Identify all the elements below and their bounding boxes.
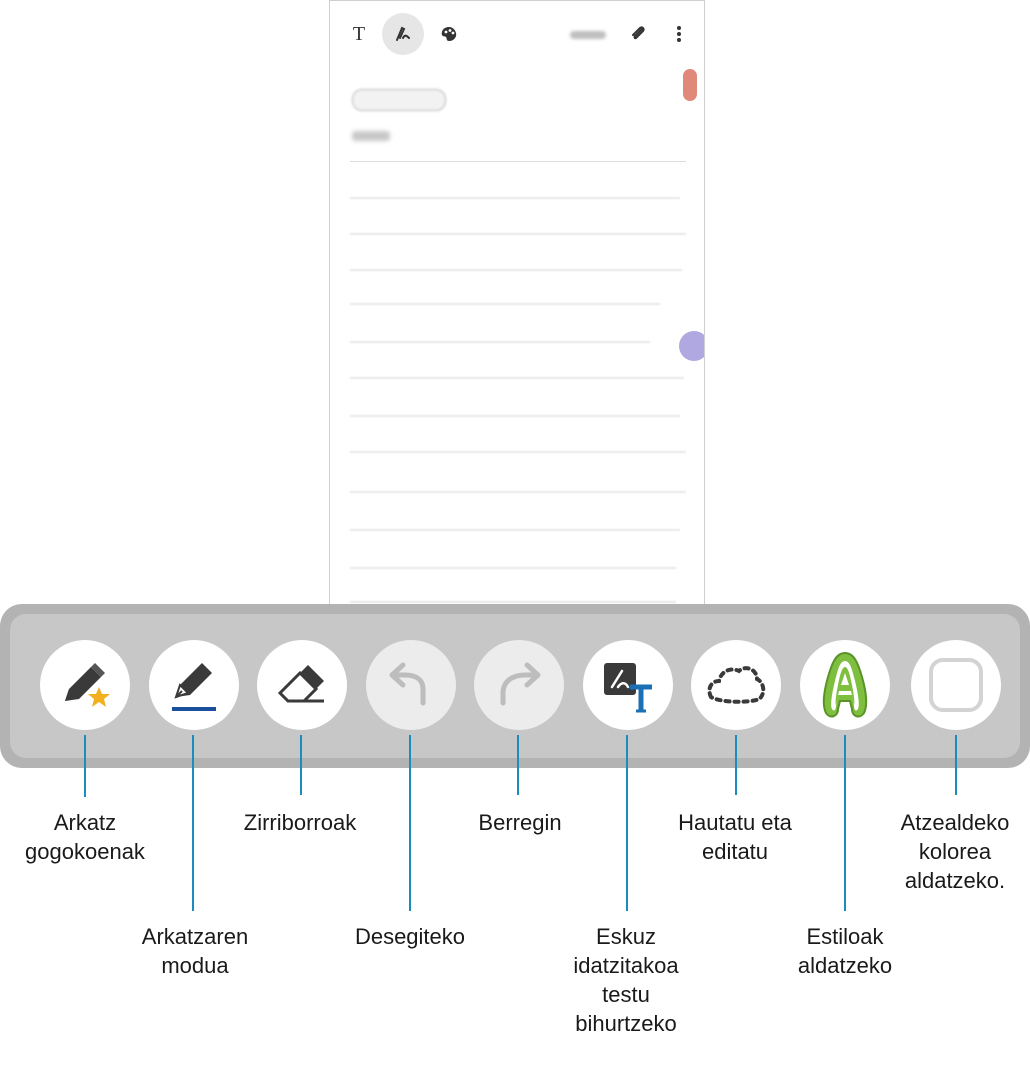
- callout-line-eraser: [300, 735, 302, 795]
- note-line: [350, 233, 686, 235]
- eraser-icon: [277, 665, 324, 703]
- label-favorite-pens: Arkatz gogokoenak: [25, 810, 145, 864]
- callout-line-background: [955, 735, 957, 795]
- palette-button[interactable]: [434, 19, 464, 49]
- text-mode-glyph: T: [352, 22, 366, 45]
- label-undo: Desegiteko: [354, 924, 466, 949]
- note-line: [350, 377, 684, 379]
- callout-line-select-edit: [735, 735, 737, 795]
- more-vertical-icon: [677, 26, 681, 42]
- fountain-pen-icon: [172, 663, 216, 711]
- note-line: [350, 303, 660, 305]
- callout-line-favorite-pens: [84, 735, 86, 797]
- label-eraser: Zirriborroak: [243, 810, 357, 835]
- category-chip[interactable]: [352, 89, 446, 111]
- callout-line-handwriting: [626, 735, 628, 911]
- note-line: [350, 197, 680, 199]
- note-line: [350, 529, 680, 531]
- pen-mode-button[interactable]: [382, 13, 424, 55]
- label-styles: Estiloak aldatzeko: [797, 924, 893, 978]
- undo-arrow-icon: [389, 662, 426, 706]
- eraser-button[interactable]: [257, 640, 347, 730]
- title-field[interactable]: [352, 131, 390, 141]
- handwriting-to-text-icon: [604, 663, 652, 713]
- pen-floating-button[interactable]: [679, 331, 704, 361]
- redo-arrow-icon: [500, 662, 541, 706]
- label-select-edit: Hautatu eta editatu: [678, 810, 792, 864]
- callout-line-pen-mode: [192, 735, 194, 911]
- callout-line-styles: [844, 735, 846, 911]
- save-button[interactable]: [570, 31, 606, 39]
- label-redo: Berregin: [478, 810, 562, 835]
- note-line: [350, 567, 676, 569]
- note-line: [350, 491, 686, 493]
- select-and-edit-button[interactable]: [691, 640, 781, 730]
- editor-top-bar: T: [330, 1, 704, 67]
- palette-icon: [441, 27, 457, 41]
- styles-button[interactable]: [800, 640, 890, 730]
- pen-mode-icon: [396, 26, 410, 41]
- rounded-square-icon: [929, 658, 983, 712]
- label-handwriting-to-text: Eskuz idatzitakoa testu bihurtzeko: [573, 924, 679, 1036]
- label-pen-mode: Arkatzaren modua: [141, 924, 249, 978]
- attach-button[interactable]: [624, 19, 654, 49]
- lasso-select-icon: [707, 666, 766, 704]
- title-divider: [350, 161, 686, 162]
- note-line: [350, 341, 650, 343]
- pen-star-icon: [65, 663, 110, 707]
- note-line: [350, 415, 680, 417]
- note-line: [350, 601, 676, 603]
- favorite-pens-button[interactable]: [40, 640, 130, 730]
- note-editor-screen: T: [329, 0, 705, 608]
- background-color-button[interactable]: [911, 640, 1001, 730]
- note-line: [350, 451, 686, 453]
- paperclip-icon: [632, 26, 645, 40]
- note-line: [350, 269, 682, 271]
- redo-button[interactable]: [474, 640, 564, 730]
- text-mode-button[interactable]: T: [344, 19, 374, 49]
- callout-line-undo: [409, 735, 411, 911]
- pen-mode-button-large[interactable]: [149, 640, 239, 730]
- handwriting-to-text-button[interactable]: [583, 640, 673, 730]
- outline-a-icon: [822, 651, 868, 718]
- callout-line-redo: [517, 735, 519, 795]
- more-options-button[interactable]: [664, 19, 694, 49]
- label-background-color: Atzealdeko kolorea aldatzeko.: [900, 810, 1010, 893]
- scroll-handle[interactable]: [683, 69, 697, 101]
- undo-button[interactable]: [366, 640, 456, 730]
